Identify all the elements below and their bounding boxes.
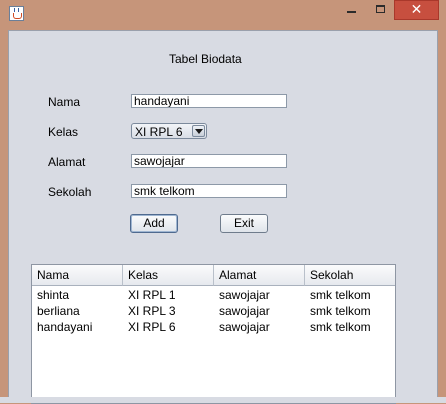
table-cell: sawojajar	[219, 304, 270, 318]
sekolah-label: Sekolah	[48, 185, 92, 199]
column-header-kelas[interactable]: Kelas	[123, 265, 214, 286]
table-cell: sawojajar	[219, 288, 270, 302]
java-icon	[9, 6, 24, 21]
close-button[interactable]: ✕	[394, 0, 439, 20]
table-cell: smk telkom	[310, 304, 371, 318]
kelas-select[interactable]: XI RPL 6	[131, 123, 207, 139]
maximize-icon	[376, 5, 385, 13]
alamat-label: Alamat	[48, 155, 86, 169]
nama-label: Nama	[48, 95, 81, 109]
table-cell: XI RPL 3	[128, 304, 176, 318]
table-cell: smk telkom	[310, 288, 371, 302]
biodata-table[interactable]: Nama Kelas Alamat Sekolah shinta XI RPL …	[31, 264, 396, 404]
close-icon: ✕	[410, 2, 423, 18]
column-header-nama[interactable]: Nama	[32, 265, 123, 286]
table-cell: smk telkom	[310, 320, 371, 334]
table-row[interactable]: berliana XI RPL 3 sawojajar smk telkom	[32, 303, 395, 319]
minimize-icon	[347, 11, 356, 13]
minimize-button[interactable]	[337, 0, 365, 20]
alamat-field[interactable]	[131, 154, 287, 168]
exit-button[interactable]: Exit	[220, 214, 268, 233]
table-cell: sawojajar	[219, 320, 270, 334]
nama-field[interactable]	[131, 94, 287, 108]
column-header-alamat[interactable]: Alamat	[214, 265, 305, 286]
content-panel: Tabel Biodata Nama Kelas XI RPL 6 Alamat…	[8, 30, 438, 404]
chevron-down-icon[interactable]	[192, 125, 205, 137]
app-window: ✕ Tabel Biodata Nama Kelas XI RPL 6 Alam…	[0, 0, 446, 404]
sekolah-field[interactable]	[131, 184, 287, 198]
add-button[interactable]: Add	[130, 214, 178, 233]
column-header-sekolah[interactable]: Sekolah	[305, 265, 395, 286]
window-bottom-edge	[0, 397, 446, 403]
title-bar[interactable]: ✕	[0, 0, 446, 26]
table-row[interactable]: shinta XI RPL 1 sawojajar smk telkom	[32, 287, 395, 303]
table-cell: XI RPL 6	[128, 320, 176, 334]
table-cell: shinta	[37, 288, 70, 302]
page-title: Tabel Biodata	[169, 52, 242, 66]
table-cell: XI RPL 1	[128, 288, 176, 302]
kelas-selected-value: XI RPL 6	[135, 125, 183, 139]
maximize-button[interactable]	[366, 0, 394, 20]
table-header: Nama Kelas Alamat Sekolah	[32, 265, 395, 286]
table-cell: handayani	[37, 320, 93, 334]
kelas-label: Kelas	[48, 125, 79, 139]
table-row[interactable]: handayani XI RPL 6 sawojajar smk telkom	[32, 319, 395, 335]
table-cell: berliana	[37, 304, 80, 318]
